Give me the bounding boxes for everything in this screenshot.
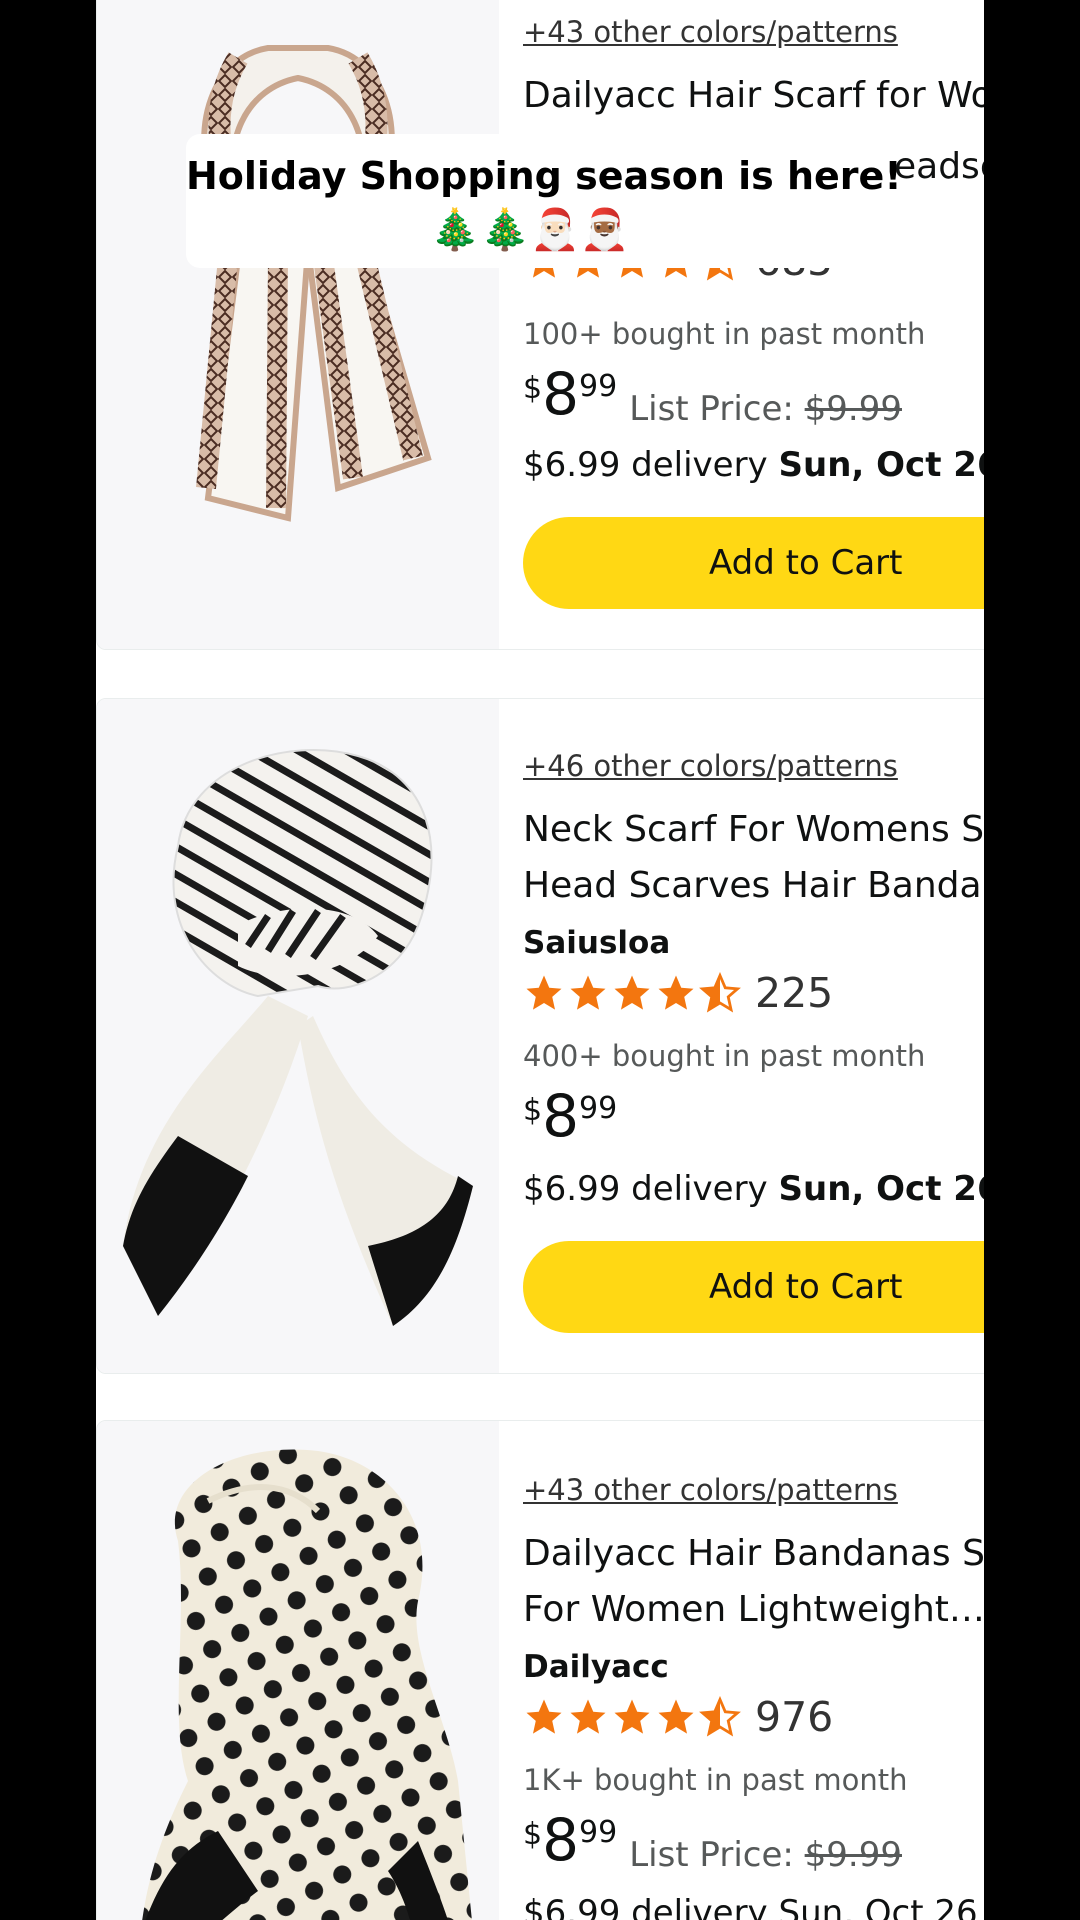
star-icon <box>526 1699 562 1734</box>
brand-name[interactable]: Dailyacc <box>523 1649 669 1685</box>
rating[interactable]: 225 <box>523 969 833 1017</box>
star-icon <box>614 1699 650 1734</box>
delivery-date: Sun, Oct 26 <box>778 1169 985 1209</box>
half-star-icon <box>699 972 741 1013</box>
list-price: List Price: $9.99 <box>629 389 902 429</box>
rating-stars <box>523 972 741 1014</box>
price-symbol: $ <box>523 1817 543 1852</box>
list-price-value: $9.99 <box>804 389 902 429</box>
price: $ 8 99 List Price: $9.99 <box>523 1811 902 1875</box>
product-title-line2[interactable]: For Women Lightweight… <box>523 1589 984 1630</box>
product-title[interactable]: Dailyacc Hair Scarf for Wo <box>523 75 984 116</box>
banner-emoji: 🎄🎄🎅🏻🎅🏾 <box>430 207 630 253</box>
delivery-info: $6.99 delivery Sun, Oct 26 <box>523 1893 978 1920</box>
add-to-cart-button[interactable]: Add to Cart <box>523 1241 984 1333</box>
other-colors-link[interactable]: +46 other colors/patterns <box>523 749 898 783</box>
price-symbol: $ <box>523 1093 543 1128</box>
rating-count[interactable]: 976 <box>755 1693 833 1741</box>
price: $ 8 99 List Price: $9.99 <box>523 365 902 429</box>
product-card[interactable]: +43 other colors/patterns Dailyacc Hair … <box>96 0 984 650</box>
scarf-striped-icon <box>123 749 473 1326</box>
star-icon <box>614 975 650 1010</box>
rating-count[interactable]: 225 <box>755 969 833 1017</box>
list-price: List Price: $9.99 <box>629 1835 902 1875</box>
star-icon <box>658 1699 694 1734</box>
bought-count: 1K+ bought in past month <box>523 1763 908 1797</box>
product-image[interactable] <box>97 699 499 1373</box>
delivery-info: $6.99 delivery Sun, Oct 26 <box>523 1169 984 1209</box>
product-title[interactable]: Neck Scarf For Womens Si <box>523 809 984 850</box>
price-fraction: 99 <box>579 1815 618 1850</box>
add-to-cart-button[interactable]: Add to Cart <box>523 517 984 609</box>
star-icon <box>570 1699 606 1734</box>
product-card[interactable]: +43 other colors/patterns Dailyacc Hair … <box>96 1420 984 1920</box>
price-fraction: 99 <box>579 369 618 404</box>
list-price-label: List Price: <box>629 389 794 429</box>
delivery-price: $6.99 delivery <box>523 1169 768 1209</box>
bought-count: 100+ bought in past month <box>523 317 926 351</box>
rating-stars <box>523 1696 741 1738</box>
rating[interactable]: 976 <box>523 1693 833 1741</box>
results-list: +43 other colors/patterns Dailyacc Hair … <box>96 0 984 1920</box>
holiday-banner: Holiday Shopping season is here! 🎄🎄🎅🏻🎅🏾 <box>186 134 902 268</box>
product-title-line2[interactable]: Head Scarves Hair Bandan <box>523 865 984 906</box>
half-star-icon <box>699 1696 741 1737</box>
price-whole: 8 <box>542 1806 579 1874</box>
other-colors-link[interactable]: +43 other colors/patterns <box>523 1473 898 1507</box>
delivery-date: Sun, Oct 26 <box>778 445 985 485</box>
price-symbol: $ <box>523 371 543 406</box>
product-card[interactable]: +46 other colors/patterns Neck Scarf For… <box>96 698 984 1374</box>
delivery-price: $6.99 delivery <box>523 445 768 485</box>
brand-name[interactable]: Saiusloa <box>523 925 670 961</box>
price: $ 8 99 <box>523 1087 617 1145</box>
star-icon <box>658 975 694 1010</box>
list-price-value: $9.99 <box>804 1835 902 1875</box>
other-colors-link[interactable]: +43 other colors/patterns <box>523 15 898 49</box>
product-title[interactable]: Dailyacc Hair Bandanas Sc <box>523 1533 984 1574</box>
product-title-line2[interactable]: eadsc <box>894 146 984 187</box>
price-fraction: 99 <box>579 1091 618 1126</box>
star-icon <box>570 975 606 1010</box>
price-whole: 8 <box>542 1082 579 1150</box>
banner-title: Holiday Shopping season is here! <box>186 154 902 198</box>
product-image[interactable] <box>97 0 499 649</box>
star-icon <box>526 975 562 1010</box>
scarf-polka-dot-icon <box>142 1449 472 1920</box>
product-image[interactable] <box>97 1421 499 1920</box>
bought-count: 400+ bought in past month <box>523 1039 926 1073</box>
delivery-info: $6.99 delivery Sun, Oct 26 <box>523 445 984 485</box>
scarf-geometric-border-icon <box>196 45 432 522</box>
list-price-label: List Price: <box>629 1835 794 1875</box>
price-whole: 8 <box>542 360 579 428</box>
